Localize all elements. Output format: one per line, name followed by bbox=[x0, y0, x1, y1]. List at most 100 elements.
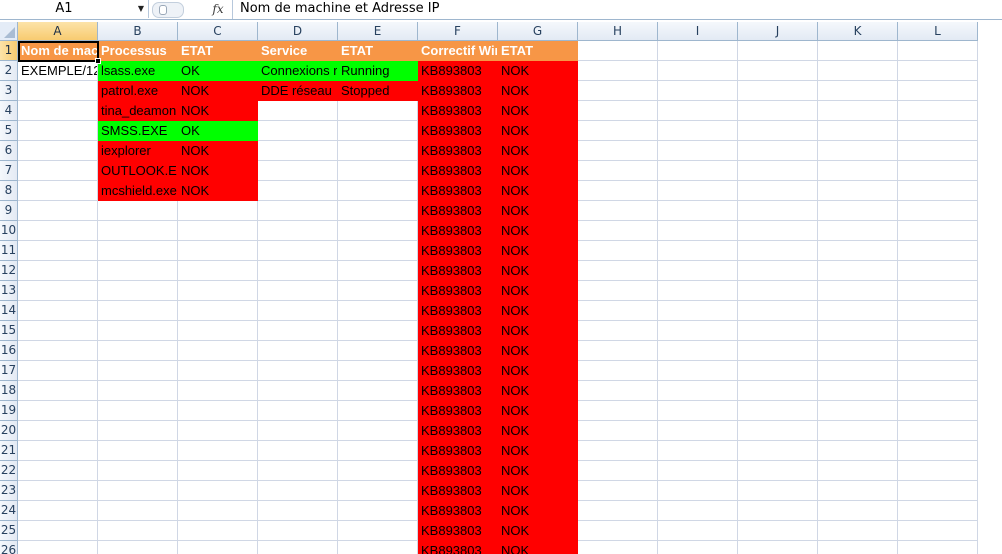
cell-k13[interactable] bbox=[818, 281, 898, 301]
cell-h4[interactable] bbox=[578, 101, 658, 121]
cell-j18[interactable] bbox=[738, 381, 818, 401]
cell-j5[interactable] bbox=[738, 121, 818, 141]
cell-b13[interactable] bbox=[98, 281, 178, 301]
cell-i9[interactable] bbox=[658, 201, 738, 221]
name-box[interactable]: A1 ▼ bbox=[0, 0, 149, 18]
cell-h1[interactable] bbox=[578, 41, 658, 61]
cell-d25[interactable] bbox=[258, 521, 338, 541]
cell-j25[interactable] bbox=[738, 521, 818, 541]
row-header-23[interactable]: 23 bbox=[0, 481, 18, 501]
cell-b4[interactable]: tina_deamon.exe bbox=[98, 101, 178, 121]
row-header-24[interactable]: 24 bbox=[0, 501, 18, 521]
cell-a26[interactable] bbox=[18, 541, 98, 554]
cell-b2[interactable]: lsass.exe bbox=[98, 61, 178, 81]
cell-l20[interactable] bbox=[898, 421, 978, 441]
cell-c5[interactable]: OK bbox=[178, 121, 258, 141]
cell-k6[interactable] bbox=[818, 141, 898, 161]
cell-i2[interactable] bbox=[658, 61, 738, 81]
cell-g19[interactable]: NOK bbox=[498, 401, 578, 421]
cell-k3[interactable] bbox=[818, 81, 898, 101]
cell-c1[interactable]: ETAT bbox=[178, 41, 258, 61]
cell-k16[interactable] bbox=[818, 341, 898, 361]
cell-e18[interactable] bbox=[338, 381, 418, 401]
cell-l4[interactable] bbox=[898, 101, 978, 121]
cell-e6[interactable] bbox=[338, 141, 418, 161]
cell-l19[interactable] bbox=[898, 401, 978, 421]
cell-e11[interactable] bbox=[338, 241, 418, 261]
cell-b15[interactable] bbox=[98, 321, 178, 341]
cell-g20[interactable]: NOK bbox=[498, 421, 578, 441]
row-header-20[interactable]: 20 bbox=[0, 421, 18, 441]
cell-j24[interactable] bbox=[738, 501, 818, 521]
cell-a25[interactable] bbox=[18, 521, 98, 541]
cell-e8[interactable] bbox=[338, 181, 418, 201]
cell-c14[interactable] bbox=[178, 301, 258, 321]
cell-j23[interactable] bbox=[738, 481, 818, 501]
cell-j15[interactable] bbox=[738, 321, 818, 341]
cell-l6[interactable] bbox=[898, 141, 978, 161]
cell-a23[interactable] bbox=[18, 481, 98, 501]
cell-e5[interactable] bbox=[338, 121, 418, 141]
cell-b26[interactable] bbox=[98, 541, 178, 554]
cell-b20[interactable] bbox=[98, 421, 178, 441]
column-header-l[interactable]: L bbox=[898, 22, 978, 41]
cell-a12[interactable] bbox=[18, 261, 98, 281]
cell-g4[interactable]: NOK bbox=[498, 101, 578, 121]
cell-i18[interactable] bbox=[658, 381, 738, 401]
cell-i15[interactable] bbox=[658, 321, 738, 341]
cell-h8[interactable] bbox=[578, 181, 658, 201]
cell-l17[interactable] bbox=[898, 361, 978, 381]
cell-l14[interactable] bbox=[898, 301, 978, 321]
cell-e17[interactable] bbox=[338, 361, 418, 381]
cell-i1[interactable] bbox=[658, 41, 738, 61]
cell-c16[interactable] bbox=[178, 341, 258, 361]
cell-i13[interactable] bbox=[658, 281, 738, 301]
column-header-j[interactable]: J bbox=[738, 22, 818, 41]
cell-g1[interactable]: ETAT bbox=[498, 41, 578, 61]
cell-f26[interactable]: KB893803 bbox=[418, 541, 498, 554]
cell-d15[interactable] bbox=[258, 321, 338, 341]
name-box-dropdown-icon[interactable]: ▼ bbox=[134, 0, 148, 18]
cell-i26[interactable] bbox=[658, 541, 738, 554]
cell-l13[interactable] bbox=[898, 281, 978, 301]
cell-i14[interactable] bbox=[658, 301, 738, 321]
cell-b5[interactable]: SMSS.EXE bbox=[98, 121, 178, 141]
cell-e22[interactable] bbox=[338, 461, 418, 481]
cell-g9[interactable]: NOK bbox=[498, 201, 578, 221]
cell-j9[interactable] bbox=[738, 201, 818, 221]
cell-b24[interactable] bbox=[98, 501, 178, 521]
cell-f11[interactable]: KB893803 bbox=[418, 241, 498, 261]
cell-a24[interactable] bbox=[18, 501, 98, 521]
select-all-button[interactable] bbox=[0, 22, 18, 41]
cell-k15[interactable] bbox=[818, 321, 898, 341]
cell-d21[interactable] bbox=[258, 441, 338, 461]
cell-k11[interactable] bbox=[818, 241, 898, 261]
cell-l23[interactable] bbox=[898, 481, 978, 501]
cell-e16[interactable] bbox=[338, 341, 418, 361]
cell-d22[interactable] bbox=[258, 461, 338, 481]
cell-g3[interactable]: NOK bbox=[498, 81, 578, 101]
row-header-17[interactable]: 17 bbox=[0, 361, 18, 381]
cell-h26[interactable] bbox=[578, 541, 658, 554]
cell-d12[interactable] bbox=[258, 261, 338, 281]
cell-h19[interactable] bbox=[578, 401, 658, 421]
column-header-c[interactable]: C bbox=[178, 22, 258, 41]
cell-e24[interactable] bbox=[338, 501, 418, 521]
cell-f24[interactable]: KB893803 bbox=[418, 501, 498, 521]
cell-d6[interactable] bbox=[258, 141, 338, 161]
cell-a9[interactable] bbox=[18, 201, 98, 221]
cell-j6[interactable] bbox=[738, 141, 818, 161]
cell-i6[interactable] bbox=[658, 141, 738, 161]
cell-a10[interactable] bbox=[18, 221, 98, 241]
cell-j8[interactable] bbox=[738, 181, 818, 201]
cell-c9[interactable] bbox=[178, 201, 258, 221]
cell-j13[interactable] bbox=[738, 281, 818, 301]
cell-f19[interactable]: KB893803 bbox=[418, 401, 498, 421]
cell-d14[interactable] bbox=[258, 301, 338, 321]
cell-d20[interactable] bbox=[258, 421, 338, 441]
cell-f22[interactable]: KB893803 bbox=[418, 461, 498, 481]
cell-b19[interactable] bbox=[98, 401, 178, 421]
cell-b6[interactable]: iexplorer bbox=[98, 141, 178, 161]
cell-e26[interactable] bbox=[338, 541, 418, 554]
cell-l15[interactable] bbox=[898, 321, 978, 341]
